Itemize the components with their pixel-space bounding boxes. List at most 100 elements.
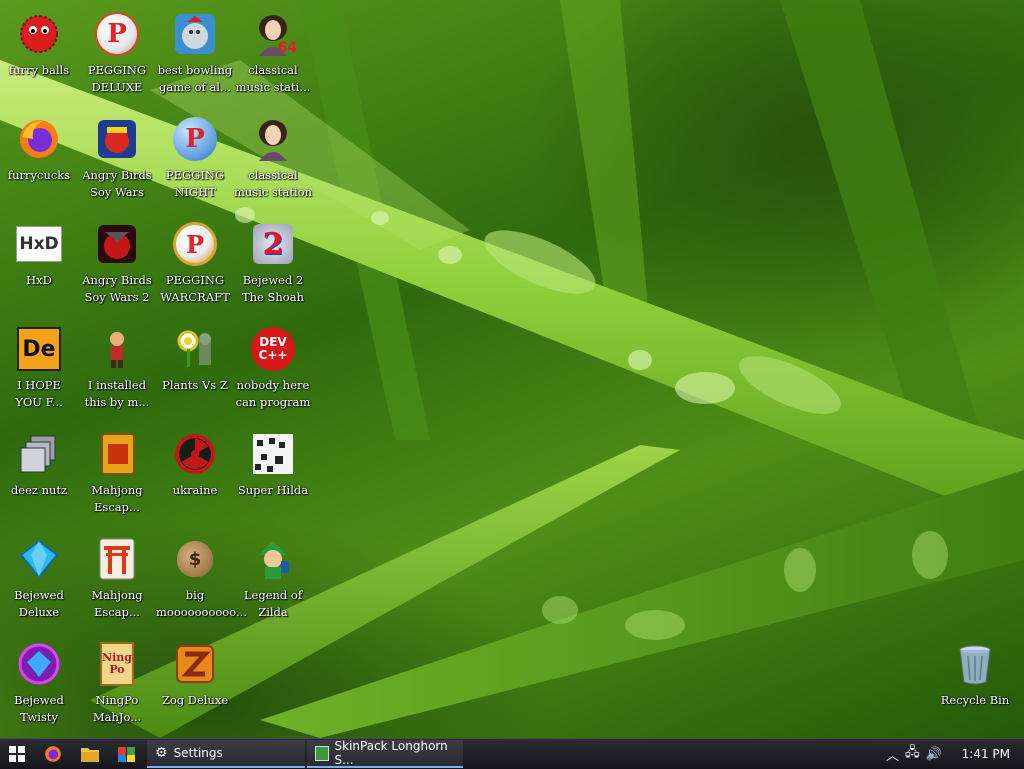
peggle-icon: P [93,10,141,58]
portrait-64-badge: 64 [277,40,297,56]
bowling-icon [171,10,219,58]
peggle-warcraft-letter: P [173,222,217,266]
network-icon[interactable]: 🖧 [905,743,920,765]
task-label: SkinPack Longhorn S... [334,739,448,767]
desktop-icon-angry-birds-soy-wars[interactable]: Angry Birds Soy Wars [78,109,156,211]
desktop-icon-bejewed-twisty[interactable]: Bejewed Twisty [0,634,78,736]
desktop-icon-recycle-bin[interactable]: Recycle Bin [936,634,1014,736]
desktop-icon-label: Mahjong Escap... [91,483,143,514]
desktop-icon-label: best bowling game of al... [157,63,233,94]
desktop-icon-label: classical music stati... [235,63,311,94]
desktop-icon-label: ukraine [172,483,218,497]
desktop-icon-label: Plants Vs Z [162,378,228,392]
hxd-logo-text: HxD [16,226,62,262]
desktop-icon-pegging-night[interactable]: P PEGGING NIGHT [156,109,234,211]
chevron-up-icon[interactable]: ︿ [886,745,899,764]
desktop-icon-ukraine[interactable]: ukraine [156,424,234,526]
money-bag-symbol: $ [177,541,213,577]
desktop-icon-hxd[interactable]: HxD HxD [0,214,78,316]
desktop-icon-classical-music-stati[interactable]: 64 classical music stati... [234,4,312,106]
desktop-icon-label: Angry Birds Soy Wars [82,168,152,199]
desktop-icon-furry-balls[interactable]: furry balls [0,4,78,106]
desktop-icon-label: furry balls [8,63,70,77]
mahjong-tile-icon [93,430,141,478]
desktop-icon-label: Super Hilda [237,483,309,497]
desktop-icon-bejewed-deluxe[interactable]: Bejewed Deluxe [0,529,78,631]
dev-cpp-text-cpp: C++ [258,348,288,362]
quicklaunch-firefox-button[interactable] [34,739,71,769]
desktop-icon-label: Recycle Bin [940,693,1010,707]
money-bag-icon: $ [171,535,219,583]
desktop-icon-plants-vs-z[interactable]: Plants Vs Z [156,319,234,421]
desktop-icon-mahjong-escape-2[interactable]: Mahjong Escap... [78,529,156,631]
desktop-icon-label: Bejewed Twisty [14,693,64,724]
desktop-icon-furrycucks[interactable]: furrycucks [0,109,78,211]
start-button[interactable] [0,739,34,769]
desktop-icon-best-bowling[interactable]: best bowling game of al... [156,4,234,106]
desktop-icon-nobody-here-can-program[interactable]: DEV C++ nobody here can program [234,319,312,421]
desktop-icon-label: PEGGING NIGHT [165,168,225,199]
desktop-icon-super-hilda[interactable]: Super Hilda [234,424,312,526]
desktop-icon-classical-music-station[interactable]: classical music station [234,109,312,211]
desktop-icon-zog-deluxe[interactable]: Zog Deluxe [156,634,234,736]
plants-vs-zombies-icon [171,325,219,373]
ningpo-tile-icon: Ning Po [93,640,141,688]
firefox-icon [44,746,61,762]
folder-icon [80,748,99,762]
desktop-icon-label: NingPo MahJo... [92,693,142,724]
desktop-icon-pegging-deluxe[interactable]: P PEGGING DELUXE [78,4,156,106]
desktop-icon-deez-nutz[interactable]: deez nutz [0,424,78,526]
bejeweled-2-icon: 2 [249,220,297,268]
peggle-night-letter: P [173,117,217,161]
quicklaunch-app-button[interactable] [108,739,145,769]
clock[interactable]: 1:41 PM [962,747,1010,761]
task-label: Settings [173,746,223,760]
character-icon [93,325,141,373]
desktop-icon-mahjong-escape[interactable]: Mahjong Escap... [78,424,156,526]
desktop-icon-label: I installed this by m... [84,378,150,409]
stacked-windows-icon [15,430,63,478]
system-tray: ︿ 🖧 🔊 1:41 PM [886,739,1024,769]
desktop-icon-label: Legend of Zilda [243,588,303,619]
desktop-icon-label: big moooooooooo... [156,588,247,619]
torii-gate-icon [93,535,141,583]
de-app-icon: De [15,325,63,373]
desktop-icon-bejewed-2[interactable]: 2 Bejewed 2 The Shoah [234,214,312,316]
desktop-icon-label: Angry Birds Soy Wars 2 [82,273,152,304]
bejeweled-2-number: 2 [253,224,293,264]
desktop-icon-label: deez nutz [10,483,68,497]
volume-icon[interactable]: 🔊 [925,747,941,762]
radiation-icon [171,430,219,478]
desktop-icon-i-hope-you-f[interactable]: De I HOPE YOU F... [0,319,78,421]
desktop-icon-label: HxD [26,273,52,287]
peggle-warcraft-icon: P [171,220,219,268]
skinpack-icon [315,745,329,761]
gear-icon: ⚙ [155,745,168,761]
desktop-icon-label: Bejewed Deluxe [14,588,64,619]
colorful-app-icon [117,747,135,762]
desktop-icon-legend-of-zilda[interactable]: Legend of Zilda [234,529,312,631]
pixel-art-icon [249,430,297,478]
quicklaunch-explorer-button[interactable] [71,739,108,769]
desktop-icon-angry-birds-soy-wars-2[interactable]: Angry Birds Soy Wars 2 [78,214,156,316]
red-furball-icon [15,10,63,58]
blue-gem-icon [15,535,63,583]
firefox-icon [15,115,63,163]
dev-cpp-icon: DEV C++ [249,325,297,373]
desktop-icon-i-installed-this[interactable]: I installed this by m... [78,319,156,421]
portrait-icon [249,115,297,163]
desktop-icon-ningpo-mahjong[interactable]: Ning Po NingPo MahJo... [78,634,156,736]
desktop-icon-label: Bejewed 2 The Shoah [241,273,304,304]
desktop-icon-label: I HOPE YOU F... [15,378,63,409]
desktop-icon-pegging-warcraft[interactable]: P PEGGING WARCRAFT [156,214,234,316]
desktop-icon-big-mooo[interactable]: $ big moooooooooo... [156,529,247,631]
de-logo-text: De [17,327,61,371]
desktop-icon-label: Mahjong Escap... [91,588,143,619]
portrait-64-icon: 64 [249,10,297,58]
taskbar-task-settings[interactable]: ⚙ Settings [147,740,305,768]
windows-logo-icon [9,746,25,762]
zelda-link-icon [249,535,297,583]
taskbar-task-skinpack[interactable]: SkinPack Longhorn S... [307,739,463,768]
desktop-icon-label: PEGGING WARCRAFT [160,273,230,304]
peggle-letter: P [95,12,139,56]
